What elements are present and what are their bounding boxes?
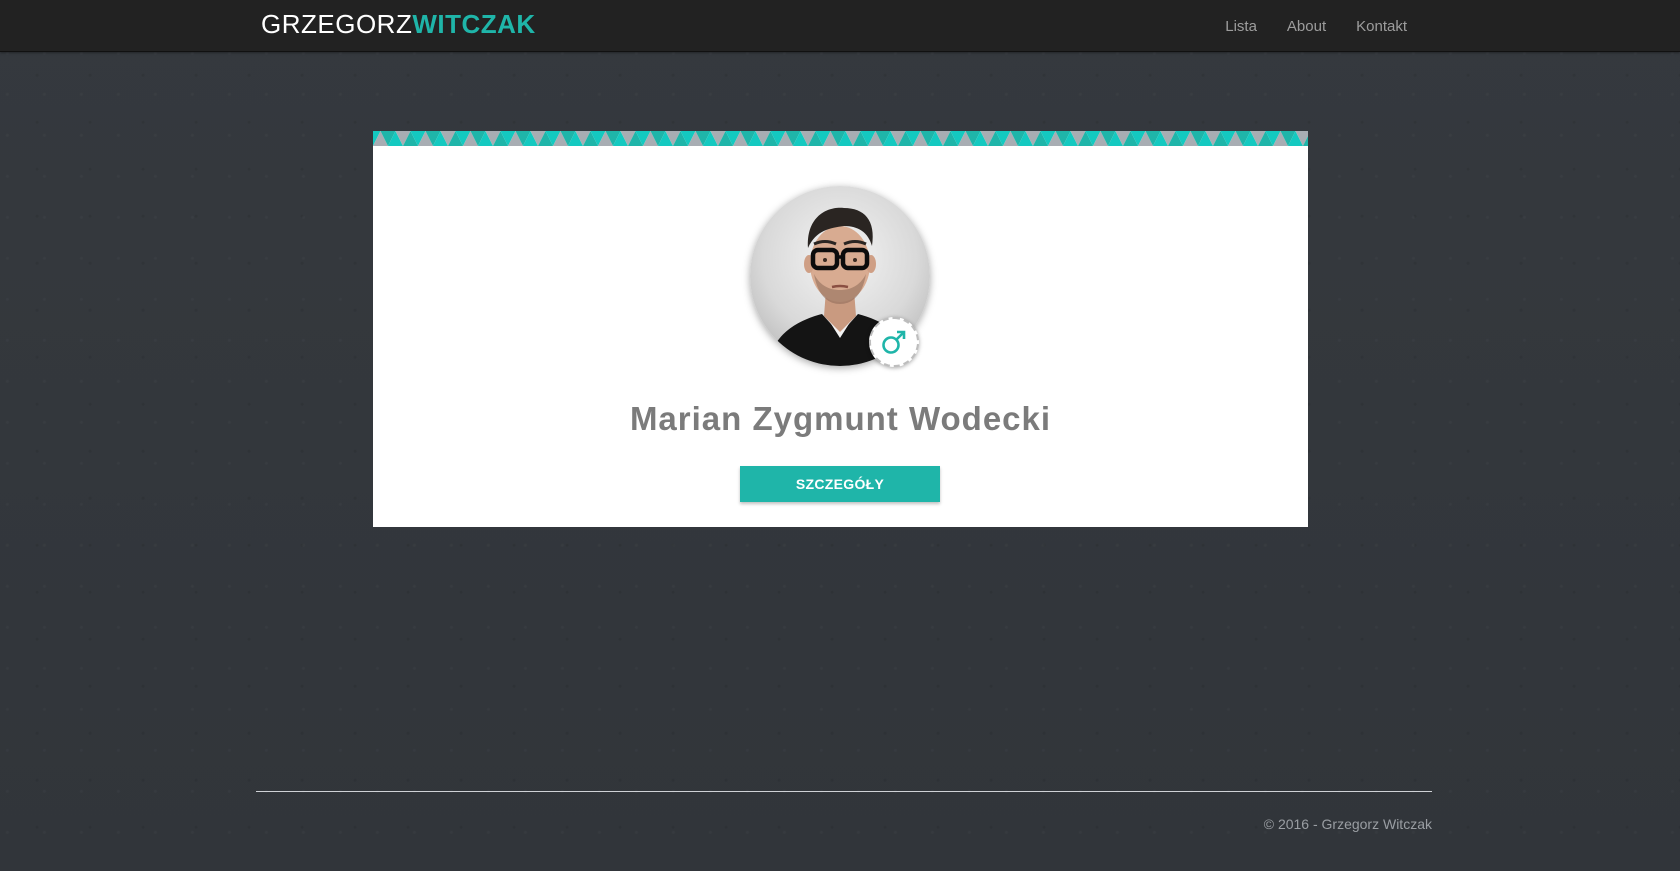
nav-link-about[interactable]: About	[1287, 18, 1326, 35]
avatar-container	[750, 186, 930, 367]
brand-logo[interactable]: GRZEGORZWITCZAK	[261, 9, 536, 39]
brand-first-name: GRZEGORZ	[261, 9, 413, 39]
nav-link-lista[interactable]: Lista	[1225, 18, 1257, 35]
person-name: Marian Zygmunt Wodecki	[629, 400, 1052, 437]
nav-menu: Lista About Kontakt	[1225, 0, 1407, 52]
triangle-pattern-stripe	[373, 131, 1308, 146]
brand-last-name: WITCZAK	[412, 9, 536, 39]
navbar: GRZEGORZWITCZAK Lista About Kontakt	[0, 0, 1680, 52]
nav-link-kontakt[interactable]: Kontakt	[1356, 18, 1407, 35]
male-symbol-icon	[882, 330, 906, 354]
footer-copyright: © 2016 - Grzegorz Witczak	[1263, 816, 1432, 832]
footer-divider	[256, 791, 1432, 792]
gender-badge	[869, 317, 919, 367]
details-button[interactable]: SZCZEGÓŁY	[740, 466, 940, 502]
profile-card: Marian Zygmunt Wodecki SZCZEGÓŁY	[373, 131, 1308, 527]
